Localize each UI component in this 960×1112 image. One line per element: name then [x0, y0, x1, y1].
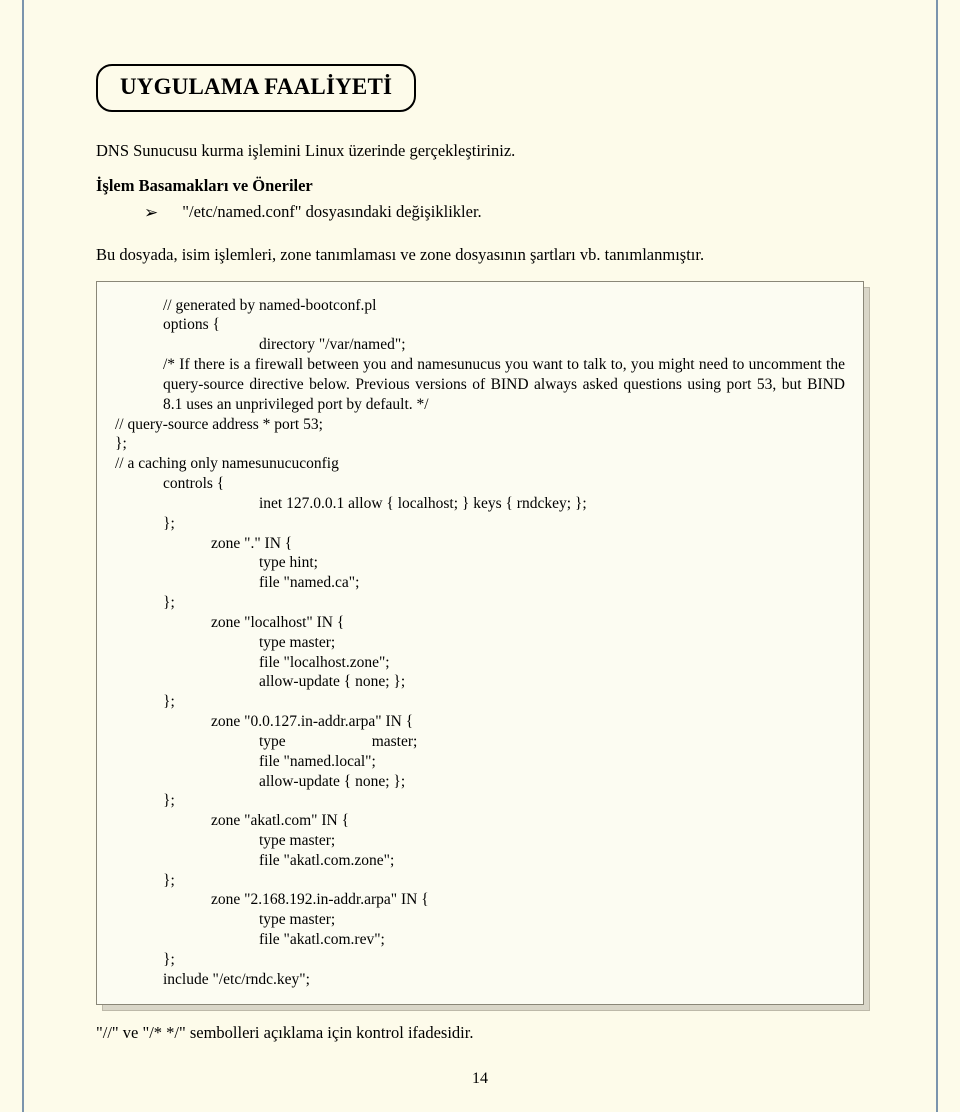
- code-line: type master;: [259, 732, 845, 752]
- footnote: "//" ve "/* */" sembolleri açıklama için…: [96, 1023, 864, 1043]
- steps-heading: İşlem Basamakları ve Öneriler: [96, 176, 864, 196]
- intro-line: DNS Sunucusu kurma işlemini Linux üzerin…: [96, 140, 864, 162]
- code-line: type hint;: [259, 553, 845, 573]
- code-line: type master;: [259, 831, 845, 851]
- code-line: directory "/var/named";: [259, 335, 845, 355]
- code-box-inner: // generated by named-bootconf.pl option…: [96, 281, 864, 1005]
- code-line: controls {: [163, 474, 845, 494]
- arrow-icon: ➢: [144, 202, 158, 224]
- page-content: UYGULAMA FAALİYETİ DNS Sunucusu kurma iş…: [96, 64, 864, 1043]
- code-line: };: [163, 593, 845, 613]
- code-line: include "/etc/rndc.key";: [163, 970, 845, 990]
- code-line: zone "2.168.192.in-addr.arpa" IN {: [211, 890, 845, 910]
- code-line: options {: [163, 315, 845, 335]
- code-token: master;: [372, 733, 418, 750]
- code-line: zone "localhost" IN {: [211, 613, 845, 633]
- bullet-text: "/etc/named.conf" dosyasındaki değişikli…: [182, 202, 481, 222]
- code-line: zone "akatl.com" IN {: [211, 811, 845, 831]
- code-line: file "named.ca";: [259, 573, 845, 593]
- code-line: };: [163, 871, 845, 891]
- paragraph: Bu dosyada, isim işlemleri, zone tanımla…: [96, 244, 864, 266]
- code-line: };: [163, 514, 845, 534]
- code-line: file "akatl.com.zone";: [259, 851, 845, 871]
- code-line: type master;: [259, 633, 845, 653]
- code-line: file "localhost.zone";: [259, 653, 845, 673]
- section-title-box: UYGULAMA FAALİYETİ: [96, 64, 416, 112]
- code-line: /* If there is a firewall between you an…: [163, 355, 845, 414]
- code-line: inet 127.0.0.1 allow { localhost; } keys…: [259, 494, 845, 514]
- code-line: // query-source address * port 53;: [115, 415, 845, 435]
- code-line: zone "." IN {: [211, 534, 845, 554]
- code-line: zone "0.0.127.in-addr.arpa" IN {: [211, 712, 845, 732]
- code-token: type: [259, 733, 286, 750]
- code-line: // generated by named-bootconf.pl: [163, 296, 845, 316]
- code-line: };: [115, 434, 845, 454]
- bullet-item: ➢ "/etc/named.conf" dosyasındaki değişik…: [144, 202, 864, 224]
- code-line: file "named.local";: [259, 752, 845, 772]
- code-line: type master;: [259, 910, 845, 930]
- code-line: };: [163, 791, 845, 811]
- section-title: UYGULAMA FAALİYETİ: [120, 74, 392, 100]
- code-line: };: [163, 950, 845, 970]
- code-line: allow-update { none; };: [259, 772, 845, 792]
- code-line: };: [163, 692, 845, 712]
- right-margin-rule: [936, 0, 938, 1112]
- page-number: 14: [0, 1070, 960, 1088]
- left-margin-rule: [22, 0, 24, 1112]
- code-line: // a caching only namesunucuconfig: [115, 454, 845, 474]
- code-line: allow-update { none; };: [259, 672, 845, 692]
- code-line: file "akatl.com.rev";: [259, 930, 845, 950]
- code-box: // generated by named-bootconf.pl option…: [96, 281, 864, 1005]
